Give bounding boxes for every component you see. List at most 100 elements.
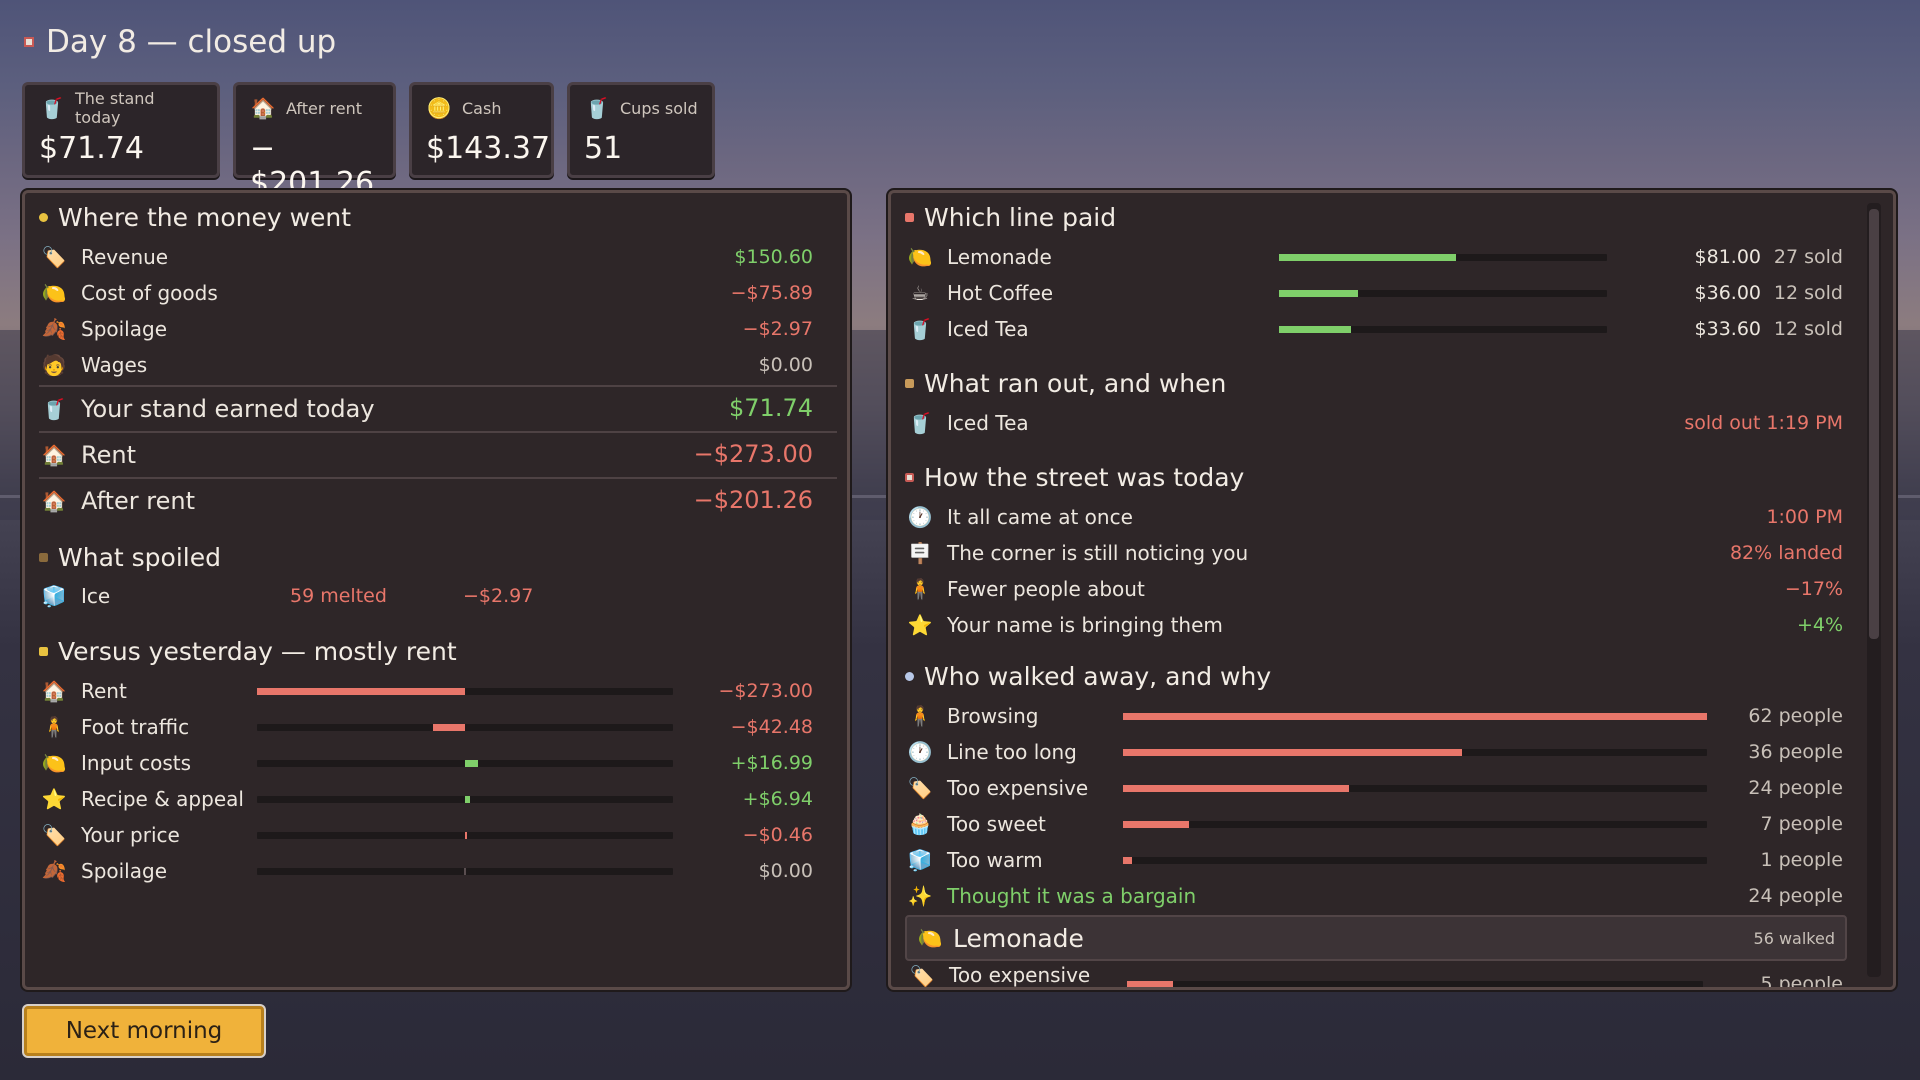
price-tag-icon: 🏷️ [41,245,67,269]
versus-row: ⭐ Recipe & appeal [41,781,244,817]
street-value: 1:00 PM [1766,506,1843,528]
row-value: $150.60 [734,246,813,268]
walked-value: 1 people [1760,849,1843,871]
divider [39,477,837,479]
section-title: Where the money went [58,203,352,232]
section-street: How the street was today [905,463,1244,492]
line-sold: 12 sold [1773,282,1843,304]
section-title: Which line paid [924,203,1117,232]
cup-icon: 🥤 [41,397,67,421]
row-label: The corner is still noticing you [947,541,1249,565]
clock-icon: 🕐 [907,740,933,764]
line-revenue: $33.60 [1694,318,1761,340]
line-bar-fill [1279,326,1352,333]
versus-bar [257,796,673,803]
versus-bar-fill [432,724,465,731]
rent-row: 🏠 Rent [41,437,136,473]
row-label: Ice [81,584,111,608]
rent-value: −$273.00 [693,440,813,468]
stat-label: Cups sold [620,98,698,118]
section-title: How the street was today [924,463,1245,492]
price-tag-icon: 🏷️ [41,823,67,847]
line-bar [1279,326,1607,333]
divider [39,431,837,433]
sub-bar [1127,981,1703,987]
after-rent-row: 🏠 After rent [41,483,195,519]
versus-value: −$42.48 [730,716,813,738]
walked-row: 🏷️ Too expensive [907,770,1089,806]
lemonade-walked-header[interactable]: 🍋 Lemonade 56 walked [905,915,1847,961]
row-label: Thought it was a bargain [947,884,1197,908]
row-label: Foot traffic [81,715,190,739]
row-label: Too expensive [947,776,1089,800]
stat-value: 51 [584,131,623,166]
lemon-icon: 🍋 [41,281,67,305]
walked-value: 24 people [1748,777,1843,799]
calendar-icon [905,473,914,482]
line-row: 🥤 Iced Tea [907,311,1029,347]
header: Day 8 — closed up [24,24,336,60]
tag-icon [905,213,914,222]
cup-icon: 🥤 [39,96,65,120]
versus-value: −$273.00 [718,680,814,702]
versus-row: 🍋 Input costs [41,745,192,781]
scrollbar[interactable] [1867,203,1881,977]
street-row: 🪧 The corner is still noticing you [907,535,1249,571]
row-value: −$2.97 [742,318,813,340]
row-label: Wages [81,353,148,377]
price-tag-icon: 🏷️ [907,776,933,800]
row-label: Rent [81,441,136,469]
versus-bar [257,832,673,839]
section-title: What ran out, and when [924,369,1227,398]
versus-bar [257,688,673,695]
walked-bar [1123,821,1707,828]
section-versus: Versus yesterday — mostly rent [39,637,457,666]
row-value: $0.00 [758,354,813,376]
row-label: Too warm [947,848,1043,872]
street-value: −17% [1784,578,1843,600]
ranout-value: sold out 1:19 PM [1684,412,1843,434]
sub-row-too-expensive: 🏷️ Too expensive [909,963,1091,987]
line-bar-fill [1279,254,1457,261]
row-label: Spoilage [81,859,167,883]
stat-after-rent: 🏠 After rent −$201.26 [233,82,396,201]
divider [39,385,837,387]
line-row: ☕ Hot Coffee [907,275,1053,311]
walked-row: 🧊 Too warm [907,842,1043,878]
street-row: ⭐ Your name is bringing them [907,607,1223,643]
section-lines: Which line paid [905,203,1116,232]
person-icon: 🧍 [907,704,933,728]
versus-bar-fill [257,688,465,695]
stat-label: After rent [286,98,362,118]
page-title: Day 8 — closed up [46,24,337,60]
walked-value: 36 people [1748,741,1843,763]
lemonade-icon: 🍋 [907,245,933,269]
details-panel: Which line paid What ran out, and when 🥤… [888,190,1896,990]
line-sold: 27 sold [1773,246,1843,268]
walked-value: 7 people [1760,813,1843,835]
row-label: Too expensive [949,963,1091,987]
next-morning-button[interactable]: Next morning [24,1006,264,1056]
line-row: 🍋 Lemonade [907,239,1052,275]
row-label: Your price [81,823,180,847]
versus-bar-fill [464,868,466,875]
versus-bar-fill [465,796,471,803]
bargain-row: ✨ Thought it was a bargain [907,878,1197,914]
walked-bar [1123,857,1707,864]
iced-tea-icon: 🥤 [907,317,933,341]
iced-tea-icon: 🥤 [907,411,933,435]
stat-label: The stand today [75,89,155,127]
scrollbar-thumb[interactable] [1869,209,1879,639]
coffee-icon: ☕ [911,281,929,305]
versus-bar-fill [464,832,467,839]
star-icon: ⭐ [41,787,67,811]
stats-bar: 🥤 The stand today $71.74 🏠 After rent −$20… [22,82,715,201]
row-label: Your name is bringing them [947,613,1223,637]
walked-bar-fill [1123,713,1707,720]
section-title: Versus yesterday — mostly rent [58,637,457,666]
row-label: Iced Tea [947,317,1029,341]
row-label: Iced Tea [947,411,1029,435]
spoiled-value: −$2.97 [463,585,534,607]
line-bar [1279,290,1607,297]
ice-icon: 🧊 [907,848,933,872]
